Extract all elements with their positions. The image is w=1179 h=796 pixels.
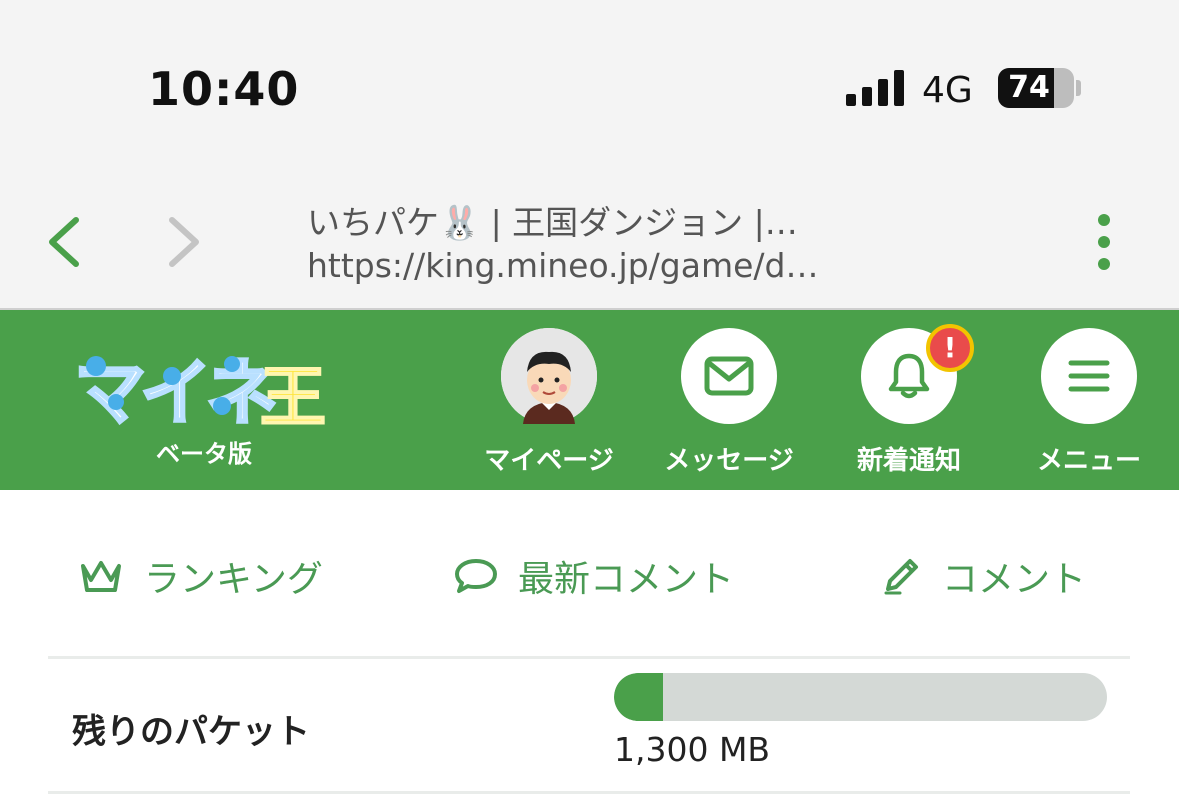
nav-label-notifications: 新着通知 bbox=[856, 446, 961, 476]
hamburger-icon bbox=[1068, 360, 1110, 392]
browser-url[interactable]: https://king.mineo.jp/game/d… bbox=[307, 246, 818, 285]
notification-badge: ! bbox=[926, 324, 974, 372]
section-divider-bottom bbox=[48, 791, 1130, 794]
tab-label-comment: コメント bbox=[942, 559, 1087, 600]
envelope-icon bbox=[704, 356, 754, 396]
svg-text:王: 王 bbox=[260, 359, 326, 430]
tab-comment[interactable]: コメント bbox=[880, 552, 1086, 600]
packet-progress-fill bbox=[614, 673, 664, 721]
tab-label-ranking: ランキング bbox=[144, 559, 323, 600]
site-logo[interactable]: マイネ 王 bbox=[72, 340, 328, 431]
battery-level: 74 bbox=[1008, 70, 1050, 105]
battery-tip bbox=[1076, 80, 1081, 96]
menu-button[interactable] bbox=[1041, 328, 1137, 424]
packet-label: 残りのパケット bbox=[72, 712, 310, 752]
speech-bubble-icon bbox=[455, 559, 497, 593]
crown-icon bbox=[81, 561, 121, 592]
avatar bbox=[501, 328, 597, 424]
packet-value: 1,300 MB bbox=[614, 730, 771, 769]
back-arrow-icon[interactable] bbox=[44, 214, 84, 270]
nav-label-menu: メニュー bbox=[1036, 446, 1141, 476]
battery-icon: 74 bbox=[998, 68, 1074, 108]
mypage-button[interactable] bbox=[501, 328, 597, 424]
nav-label-mypage: マイページ bbox=[484, 446, 614, 476]
signal-icon bbox=[846, 70, 904, 106]
browser-page-title[interactable]: いちパケ🐰 | 王国ダンジョン |… bbox=[307, 196, 798, 244]
tab-latest-comments[interactable]: 最新コメント bbox=[454, 552, 734, 600]
tab-ranking[interactable]: ランキング bbox=[78, 552, 323, 600]
section-divider bbox=[48, 656, 1130, 659]
more-vertical-icon[interactable] bbox=[1088, 210, 1120, 274]
logo-subtitle: ベータ版 bbox=[156, 440, 252, 468]
tab-label-latest-comments: 最新コメント bbox=[518, 559, 735, 600]
nav-label-messages: メッセージ bbox=[664, 446, 794, 476]
messages-button[interactable] bbox=[681, 328, 777, 424]
forward-arrow-icon[interactable] bbox=[164, 214, 204, 270]
network-type: 4G bbox=[922, 70, 973, 111]
bell-icon bbox=[888, 353, 930, 399]
pencil-icon bbox=[884, 559, 918, 595]
packet-progress-bar bbox=[614, 673, 1107, 721]
status-time: 10:40 bbox=[148, 62, 300, 116]
